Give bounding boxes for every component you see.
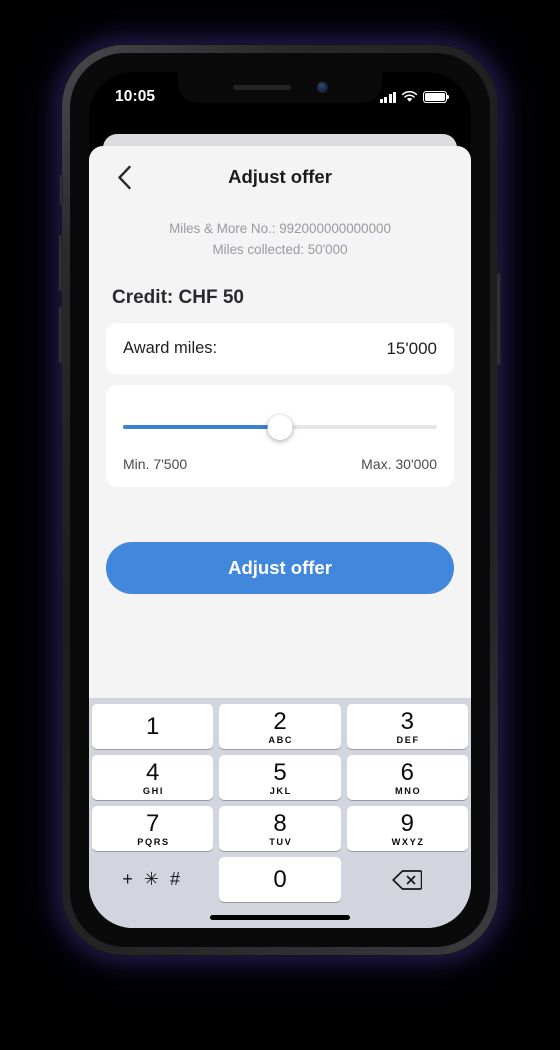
key-2-letters: ABC bbox=[268, 734, 294, 745]
key-symbols-label: + ✳ # bbox=[122, 869, 183, 889]
key-8[interactable]: 8 TUV bbox=[219, 806, 341, 851]
key-5-digit: 5 bbox=[273, 758, 287, 786]
keyboard-row-bottom: + ✳ # 0 bbox=[92, 857, 468, 902]
page-title: Adjust offer bbox=[228, 166, 332, 187]
notch bbox=[178, 72, 382, 103]
key-1[interactable]: 1 bbox=[92, 704, 214, 749]
credit-heading: Credit: CHF 50 bbox=[112, 287, 244, 308]
key-delete[interactable] bbox=[347, 857, 468, 902]
key-3[interactable]: 3 DEF bbox=[346, 704, 468, 749]
power-button[interactable] bbox=[497, 273, 501, 365]
status-time: 10:05 bbox=[115, 88, 156, 105]
key-2-digit: 2 bbox=[273, 707, 287, 735]
key-5[interactable]: 5 JKL bbox=[219, 755, 341, 800]
adjust-offer-sheet: Adjust offer Miles & More No.: 992000000… bbox=[89, 146, 471, 928]
nav-bar: Adjust offer bbox=[89, 146, 471, 208]
slider-thumb[interactable] bbox=[267, 414, 293, 440]
key-7-digit: 7 bbox=[145, 809, 160, 837]
key-9-digit: 9 bbox=[400, 809, 414, 837]
key-9-letters: WXYZ bbox=[391, 836, 425, 847]
key-4-letters: GHI bbox=[142, 785, 165, 796]
numeric-keyboard: 1 2 ABC 3 DEF 4 GHI 5 JKL 6 MNO 7 PQRS 8 TUV 9 WXYZ + ✳ … bbox=[89, 698, 471, 928]
key-3-letters: DEF bbox=[396, 734, 420, 745]
key-8-digit: 8 bbox=[273, 809, 287, 837]
key-6-letters: MNO bbox=[394, 785, 422, 796]
keyboard-row-2: 4 GHI 5 JKL 6 MNO bbox=[92, 755, 468, 800]
slider-fill bbox=[123, 425, 280, 429]
slider-bounds: Min. 7'500 Max. 30'000 bbox=[123, 456, 437, 472]
key-8-letters: TUV bbox=[269, 836, 293, 847]
award-miles-card[interactable]: Award miles: 15'000 bbox=[106, 323, 454, 374]
chevron-left-icon bbox=[117, 165, 131, 189]
adjust-offer-button[interactable]: Adjust offer bbox=[106, 542, 454, 594]
volume-up-button[interactable] bbox=[59, 235, 63, 291]
phone-bezel: 10:05 Adjust offer Miles & More No.: 992… bbox=[70, 53, 490, 947]
key-6-digit: 6 bbox=[400, 758, 414, 786]
keyboard-row-1: 1 2 ABC 3 DEF bbox=[92, 704, 468, 749]
award-miles-label: Award miles: bbox=[123, 339, 218, 357]
key-1-digit: 1 bbox=[145, 713, 160, 740]
key-symbols[interactable]: + ✳ # bbox=[92, 857, 213, 902]
membership-number: Miles & More No.: 992000000000000 bbox=[169, 221, 391, 236]
key-0[interactable]: 0 bbox=[219, 857, 341, 902]
status-icons bbox=[379, 87, 449, 103]
miles-collected: Miles collected: 50'000 bbox=[212, 242, 348, 257]
home-indicator bbox=[210, 915, 350, 920]
key-7-letters: PQRS bbox=[137, 836, 170, 847]
key-4[interactable]: 4 GHI bbox=[92, 755, 214, 800]
volume-down-button[interactable] bbox=[59, 307, 63, 363]
key-7[interactable]: 7 PQRS bbox=[92, 806, 214, 851]
backspace-delete-icon bbox=[392, 869, 423, 890]
key-5-letters: JKL bbox=[269, 785, 292, 796]
slider-card: Min. 7'500 Max. 30'000 bbox=[106, 385, 454, 487]
key-0-digit: 0 bbox=[273, 866, 287, 893]
phone-screen: 10:05 Adjust offer Miles & More No.: 992… bbox=[89, 72, 471, 928]
battery-full-icon bbox=[423, 91, 449, 103]
award-miles-value[interactable]: 15'000 bbox=[386, 339, 437, 359]
earpiece-speaker bbox=[232, 85, 291, 90]
key-9[interactable]: 9 WXYZ bbox=[346, 806, 468, 851]
slider-max-label: Max. 30'000 bbox=[361, 456, 437, 472]
account-info: Miles & More No.: 992000000000000 Miles … bbox=[89, 208, 471, 260]
phone-device: 10:05 Adjust offer Miles & More No.: 992… bbox=[59, 45, 501, 955]
keyboard-row-3: 7 PQRS 8 TUV 9 WXYZ bbox=[92, 806, 468, 851]
key-2[interactable]: 2 ABC bbox=[219, 704, 341, 749]
cellular-signal-icon bbox=[379, 91, 396, 103]
award-miles-slider[interactable] bbox=[123, 414, 437, 440]
slider-min-label: Min. 7'500 bbox=[123, 456, 188, 472]
key-4-digit: 4 bbox=[145, 758, 160, 786]
wifi-icon bbox=[401, 91, 418, 102]
key-3-digit: 3 bbox=[400, 707, 414, 735]
back-button[interactable] bbox=[107, 160, 141, 194]
key-6[interactable]: 6 MNO bbox=[346, 755, 468, 800]
front-camera-icon bbox=[316, 82, 328, 93]
silent-switch[interactable] bbox=[60, 175, 63, 205]
